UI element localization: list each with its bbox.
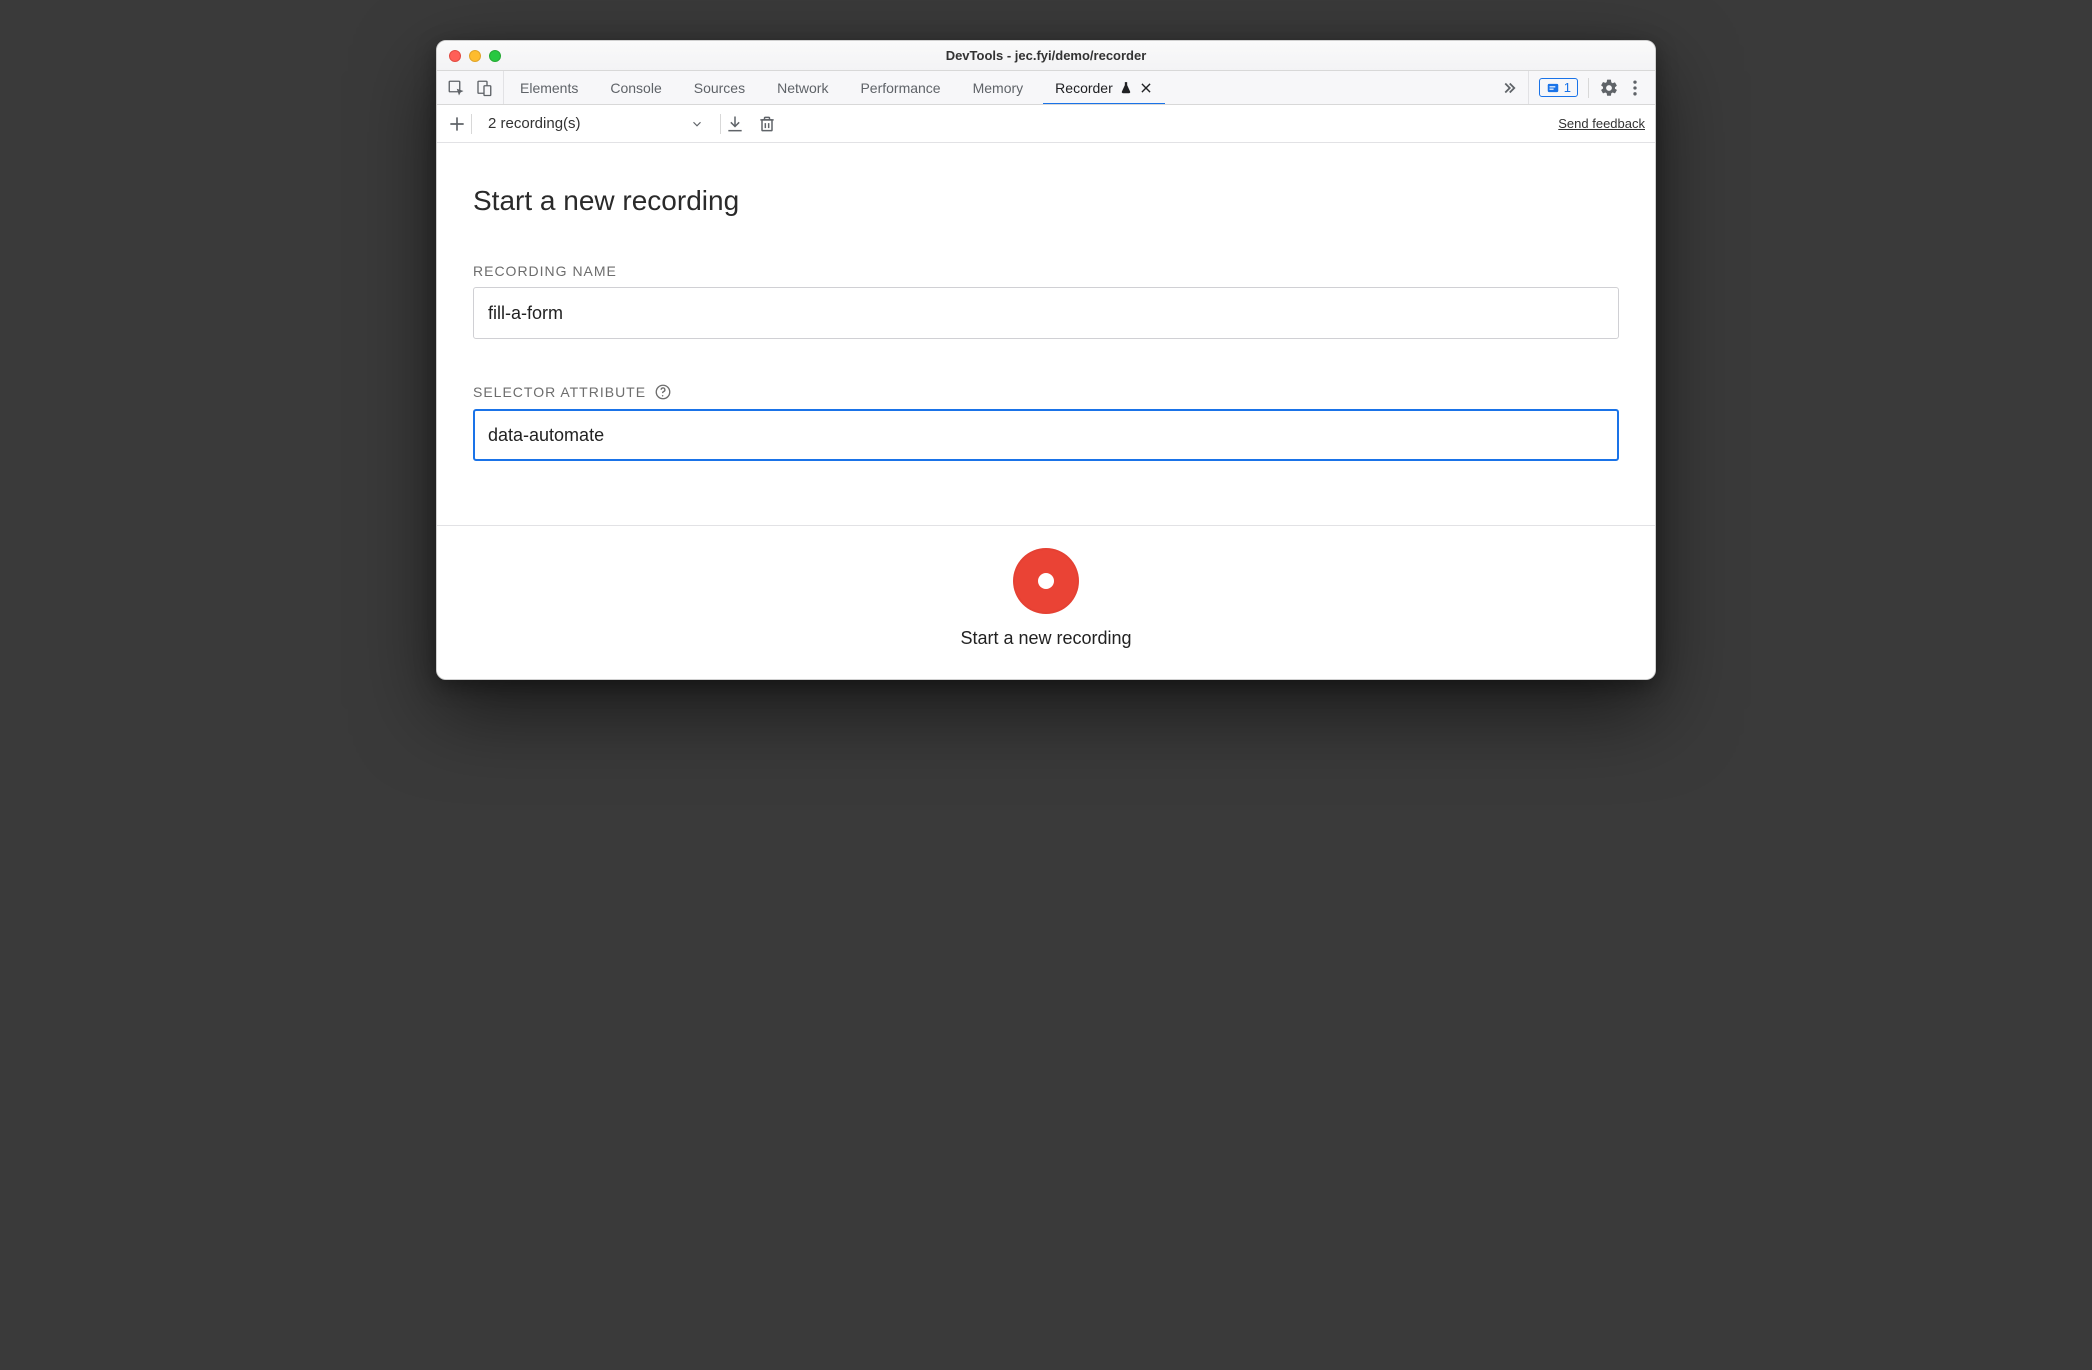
- separator: [1588, 78, 1589, 98]
- tabs-right-tools: 1: [1528, 71, 1655, 104]
- tab-label: Memory: [973, 80, 1024, 96]
- tab-label: Network: [777, 80, 828, 96]
- recorder-toolbar: 2 recording(s) Send feedback: [437, 105, 1655, 143]
- field-label-text: RECORDING NAME: [473, 263, 617, 279]
- recording-name-field: RECORDING NAME: [473, 263, 1619, 339]
- recording-name-label: RECORDING NAME: [473, 263, 1619, 279]
- help-icon[interactable]: [654, 383, 672, 401]
- kebab-menu-icon[interactable]: [1625, 78, 1645, 98]
- tabs-left-tools: [437, 71, 504, 104]
- export-icon[interactable]: [725, 114, 745, 134]
- field-label-text: SELECTOR ATTRIBUTE: [473, 384, 646, 400]
- tab-sources[interactable]: Sources: [678, 71, 761, 104]
- selector-attribute-label: SELECTOR ATTRIBUTE: [473, 383, 1619, 401]
- traffic-lights: [437, 50, 501, 62]
- tab-memory[interactable]: Memory: [957, 71, 1040, 104]
- new-recording-icon[interactable]: [447, 114, 467, 134]
- recorder-content: Start a new recording RECORDING NAME SEL…: [437, 143, 1655, 525]
- issues-chip[interactable]: 1: [1539, 78, 1578, 97]
- recording-name-input[interactable]: [473, 287, 1619, 339]
- tab-recorder[interactable]: Recorder: [1039, 71, 1169, 104]
- selector-attribute-field: SELECTOR ATTRIBUTE: [473, 383, 1619, 461]
- tab-console[interactable]: Console: [594, 71, 677, 104]
- titlebar: DevTools - jec.fyi/demo/recorder: [437, 41, 1655, 71]
- tab-label: Elements: [520, 80, 578, 96]
- delete-icon[interactable]: [757, 114, 777, 134]
- tabs-row: Elements Console Sources Network Perform…: [437, 71, 1655, 105]
- flask-icon: [1119, 81, 1133, 95]
- devtools-window: DevTools - jec.fyi/demo/recorder Element…: [436, 40, 1656, 680]
- separator: [471, 114, 472, 134]
- recordings-dropdown[interactable]: 2 recording(s): [476, 115, 716, 132]
- tab-performance[interactable]: Performance: [844, 71, 956, 104]
- tab-network[interactable]: Network: [761, 71, 844, 104]
- more-tabs-button[interactable]: [1490, 71, 1528, 104]
- send-feedback-link[interactable]: Send feedback: [1558, 116, 1645, 131]
- issues-count: 1: [1564, 80, 1571, 95]
- close-tab-icon[interactable]: [1139, 81, 1153, 95]
- window-minimize-button[interactable]: [469, 50, 481, 62]
- recordings-dropdown-label: 2 recording(s): [488, 115, 581, 132]
- start-recording-label: Start a new recording: [960, 628, 1131, 649]
- separator: [720, 114, 721, 134]
- window-title: DevTools - jec.fyi/demo/recorder: [437, 48, 1655, 63]
- window-zoom-button[interactable]: [489, 50, 501, 62]
- inspect-element-icon[interactable]: [447, 79, 465, 97]
- tab-elements[interactable]: Elements: [504, 71, 594, 104]
- tab-label: Sources: [694, 80, 745, 96]
- selector-attribute-input[interactable]: [473, 409, 1619, 461]
- page-title: Start a new recording: [473, 185, 1619, 217]
- recorder-footer: Start a new recording: [437, 525, 1655, 679]
- tab-label: Performance: [860, 80, 940, 96]
- tabs: Elements Console Sources Network Perform…: [504, 71, 1490, 104]
- issues-icon: [1546, 81, 1560, 95]
- device-toolbar-icon[interactable]: [475, 79, 493, 97]
- chevron-down-icon: [690, 117, 704, 131]
- tab-label: Recorder: [1055, 80, 1113, 96]
- settings-icon[interactable]: [1599, 78, 1619, 98]
- tab-label: Console: [610, 80, 661, 96]
- start-recording-button[interactable]: [1013, 548, 1079, 614]
- window-close-button[interactable]: [449, 50, 461, 62]
- record-dot-icon: [1038, 573, 1054, 589]
